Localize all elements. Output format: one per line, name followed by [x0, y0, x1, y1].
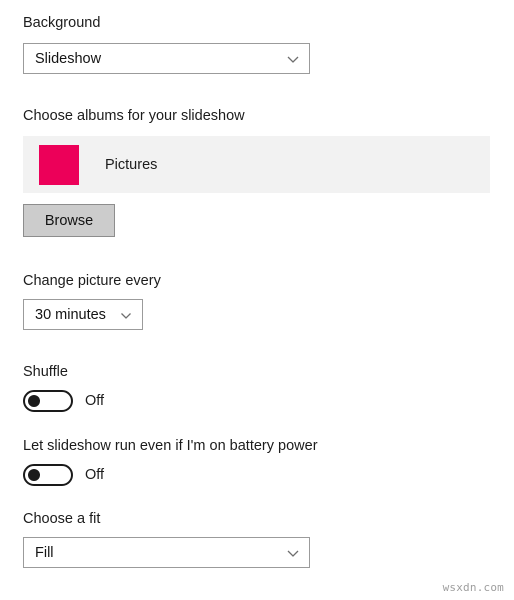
background-section-label: Background	[23, 15, 101, 31]
shuffle-toggle[interactable]	[23, 390, 73, 412]
battery-power-toggle[interactable]	[23, 464, 73, 486]
background-type-value: Slideshow	[35, 50, 102, 67]
album-name: Pictures	[105, 156, 158, 173]
picture-interval-value: 30 minutes	[35, 306, 106, 323]
toggle-knob	[28, 469, 40, 481]
interval-section-label: Change picture every	[23, 273, 161, 289]
battery-toggle-row: Off	[23, 464, 104, 486]
browse-button[interactable]: Browse	[23, 204, 115, 237]
background-settings-page: Background Slideshow Choose albums for y…	[0, 0, 514, 600]
list-item[interactable]: Pictures	[23, 136, 490, 193]
background-type-dropdown[interactable]: Slideshow	[23, 43, 310, 74]
chevron-down-icon	[118, 307, 134, 323]
fit-section-label: Choose a fit	[23, 511, 101, 527]
shuffle-section-label: Shuffle	[23, 364, 68, 380]
album-list-panel: Pictures	[23, 136, 490, 193]
albums-section-label: Choose albums for your slideshow	[23, 108, 245, 124]
chevron-down-icon	[285, 51, 301, 67]
toggle-knob	[28, 395, 40, 407]
chevron-down-icon	[285, 545, 301, 561]
picture-fit-dropdown[interactable]: Fill	[23, 537, 310, 568]
watermark: wsxdn.com	[442, 581, 504, 594]
album-thumbnail	[39, 144, 79, 185]
shuffle-toggle-row: Off	[23, 390, 104, 412]
battery-section-label: Let slideshow run even if I'm on battery…	[23, 438, 318, 454]
shuffle-toggle-state: Off	[85, 393, 105, 409]
picture-interval-dropdown[interactable]: 30 minutes	[23, 299, 143, 330]
picture-fit-value: Fill	[35, 544, 54, 561]
battery-power-toggle-state: Off	[85, 467, 105, 483]
